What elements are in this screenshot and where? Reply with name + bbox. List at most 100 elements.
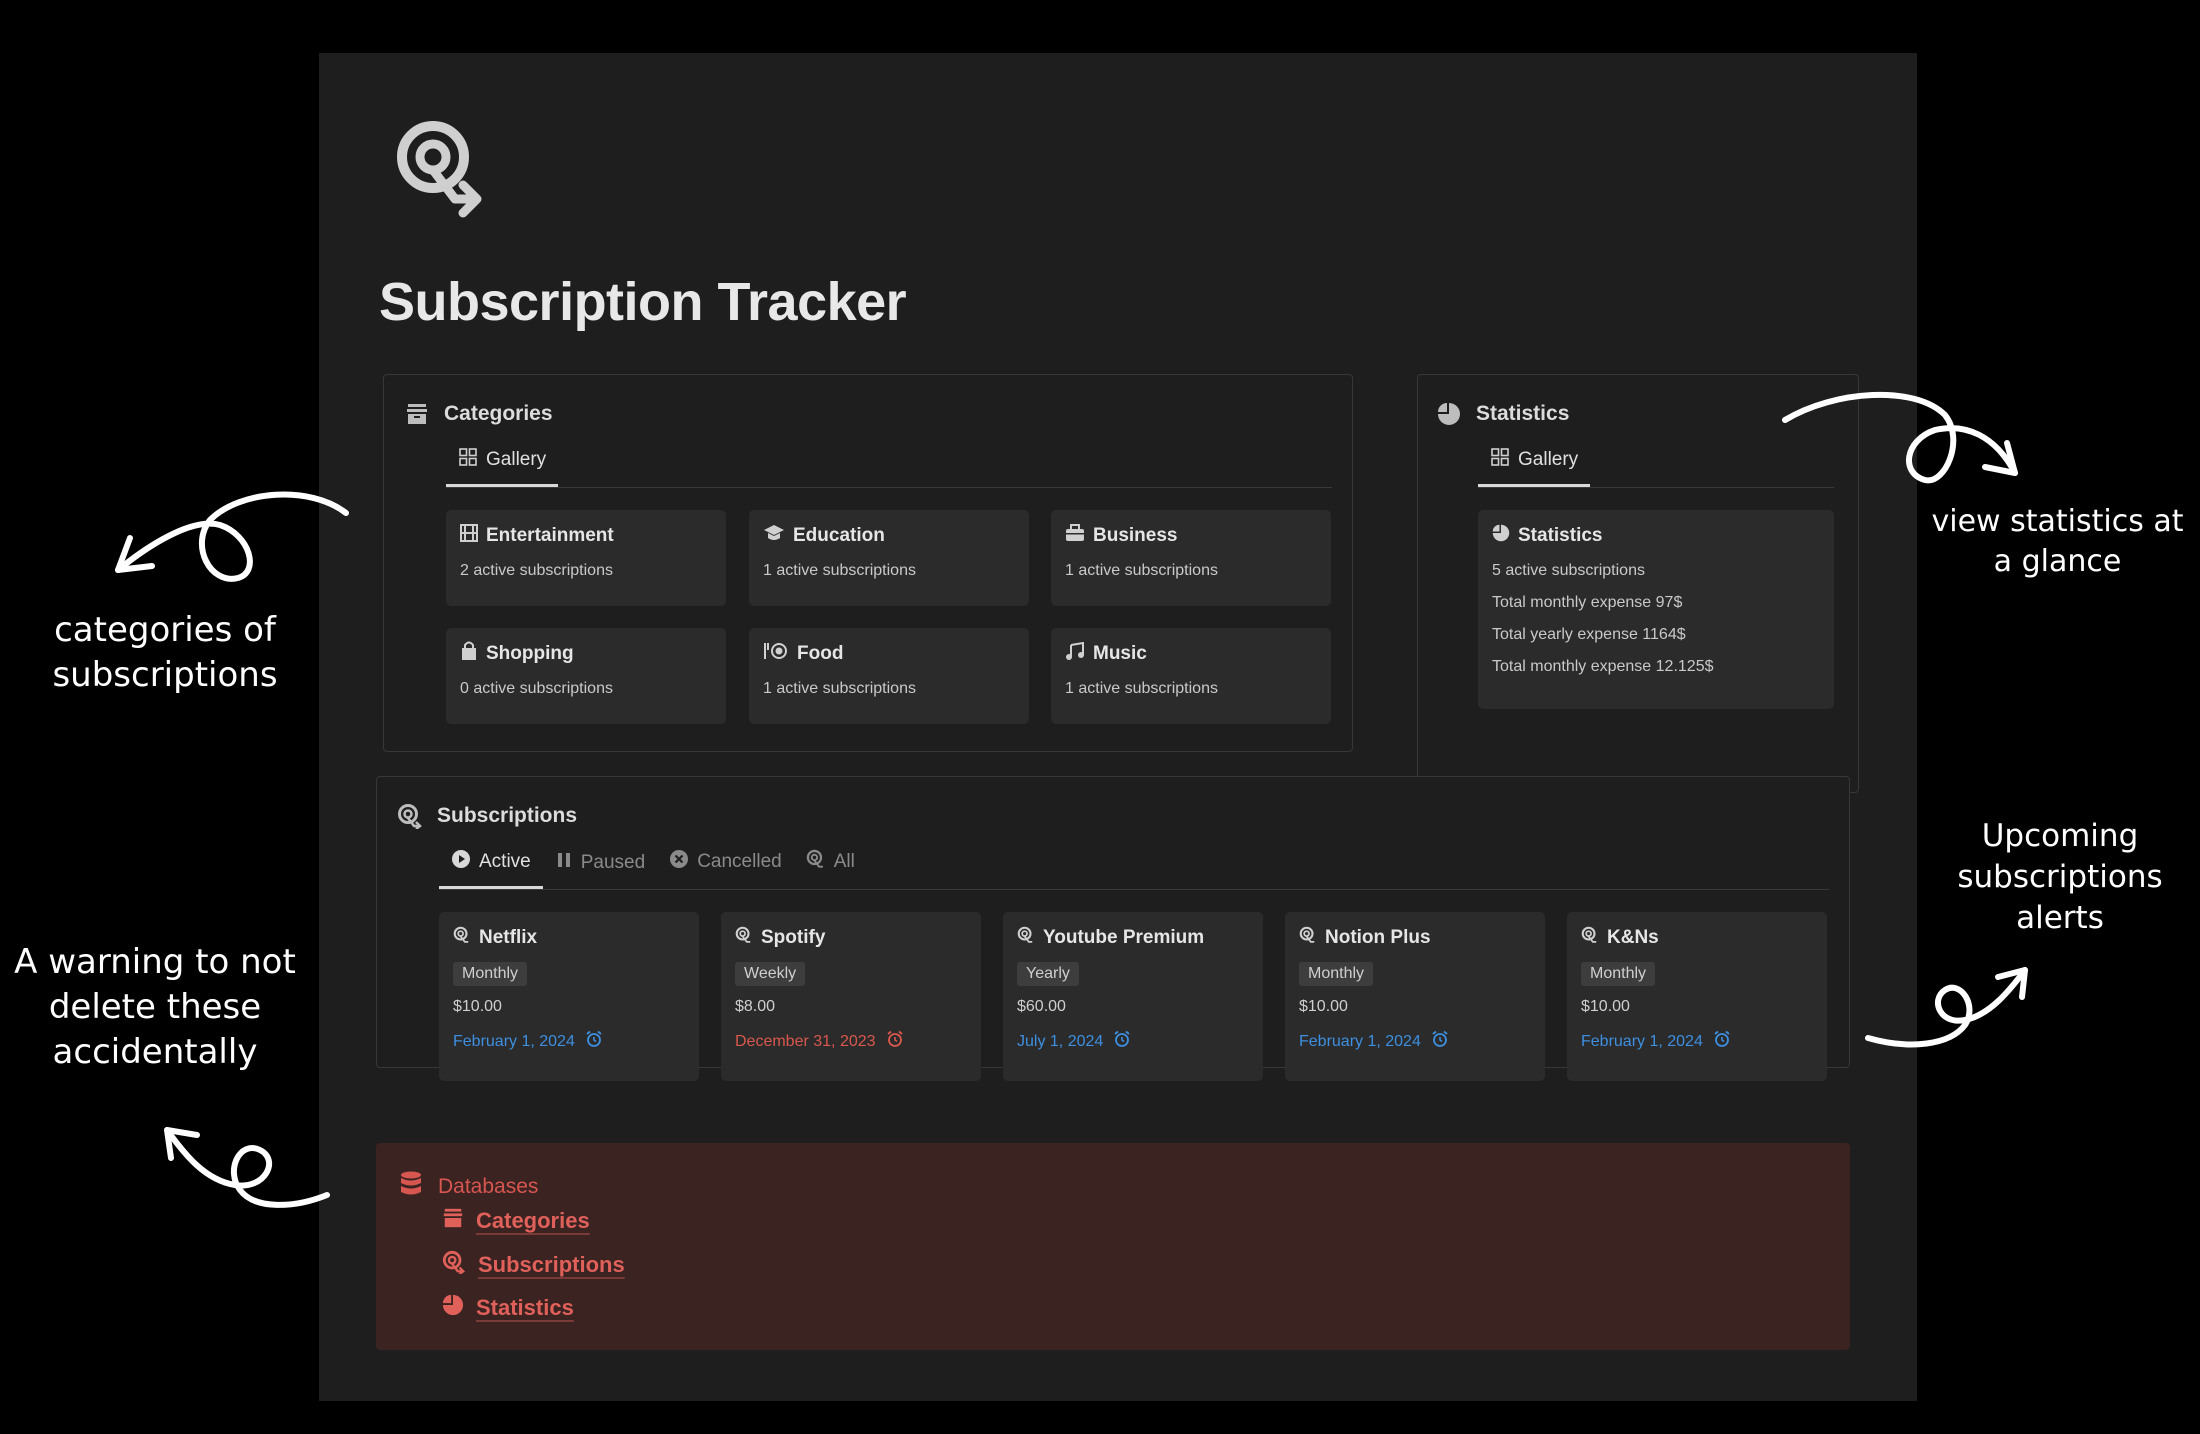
due-date-text: February 1, 2024 [453, 1032, 575, 1050]
subscription-name: K&Ns [1607, 927, 1659, 948]
category-name: Music [1093, 643, 1147, 664]
monthly-expense-alt: Total monthly expense 12.125$ [1492, 658, 1714, 675]
subscription-name: Netflix [479, 927, 538, 948]
database-link-statistics[interactable]: Statistics [442, 1294, 574, 1321]
tab-paused-label: Paused [580, 852, 646, 873]
category-name: Business [1093, 525, 1178, 546]
subscription-name: Notion Plus [1325, 927, 1431, 948]
database-link-label: Statistics [476, 1294, 574, 1320]
category-name: Shopping [486, 643, 574, 664]
pie-chart-icon [1492, 524, 1510, 548]
categories-header[interactable]: Categories [404, 401, 553, 427]
tab-active[interactable]: Active [439, 849, 543, 889]
annotation-categories: categories of subscriptions [52, 610, 278, 695]
category-card-music[interactable]: Music 1 active subscriptions [1051, 628, 1331, 724]
due-date-text: February 1, 2024 [1299, 1032, 1421, 1050]
shopping-bag-icon [460, 641, 478, 667]
subscriptions-header[interactable]: Subscriptions [397, 803, 577, 829]
food-icon [763, 642, 789, 666]
alarm-clock-icon [1713, 1030, 1731, 1053]
due-date[interactable]: July 1, 2024 [1017, 1030, 1249, 1053]
arrow-to-categories [115, 491, 349, 582]
subscriptions-panel: Subscriptions Active Paused Cancelled Al… [376, 776, 1850, 1081]
categories-panel: Categories Gallery Entertainment 2 activ… [383, 374, 1353, 752]
tab-cancelled-label: Cancelled [697, 851, 782, 872]
billing-cycle-badge: Monthly [1299, 962, 1374, 986]
subscription-price: $10.00 [1581, 998, 1630, 1015]
arrow-to-alerts [1865, 967, 2028, 1048]
category-name: Education [793, 525, 885, 546]
tab-gallery-label: Gallery [486, 449, 547, 470]
subscription-icon [1299, 926, 1317, 950]
active-count: 5 active subscriptions [1492, 562, 1645, 579]
category-card-shopping[interactable]: Shopping 0 active subscriptions [446, 628, 726, 724]
subscription-name: Youtube Premium [1043, 927, 1205, 948]
subscription-icon [806, 849, 826, 875]
alarm-clock-icon [1113, 1030, 1131, 1053]
subscription-card-notion-plus[interactable]: Notion Plus Monthly $10.00 February 1, 2… [1285, 912, 1545, 1081]
play-icon [451, 849, 471, 875]
subscription-card-netflix[interactable]: Netflix Monthly $10.00 February 1, 2024 [439, 912, 699, 1081]
due-date[interactable]: February 1, 2024 [453, 1030, 685, 1053]
pie-chart-icon [1436, 401, 1462, 427]
subscription-icon [442, 1250, 466, 1279]
database-icon [400, 1171, 422, 1202]
subscription-icon [1017, 926, 1035, 950]
gallery-icon [1490, 447, 1510, 473]
tab-paused[interactable]: Paused [543, 851, 657, 889]
database-link-label: Categories [476, 1207, 590, 1233]
category-count: 1 active subscriptions [763, 562, 916, 579]
subscription-card-kns[interactable]: K&Ns Monthly $10.00 February 1, 2024 [1567, 912, 1827, 1081]
tab-all[interactable]: All [794, 849, 867, 889]
databases-callout: Databases Categories Subscriptions Stati… [376, 1143, 1850, 1350]
category-count: 2 active subscriptions [460, 562, 613, 579]
briefcase-icon [1065, 524, 1085, 548]
billing-cycle-badge: Yearly [1017, 962, 1079, 986]
alarm-clock-icon [886, 1030, 904, 1053]
tab-gallery[interactable]: Gallery [1478, 447, 1591, 487]
database-link-subscriptions[interactable]: Subscriptions [442, 1250, 625, 1279]
category-card-food[interactable]: Food 1 active subscriptions [749, 628, 1029, 724]
statistics-card[interactable]: Statistics 5 active subscriptions Total … [1478, 510, 1834, 709]
category-count: 1 active subscriptions [1065, 680, 1218, 697]
categories-title: Categories [444, 402, 553, 425]
subscription-icon [397, 803, 423, 829]
category-count: 0 active subscriptions [460, 680, 613, 697]
film-icon [460, 524, 478, 548]
alarm-clock-icon [1431, 1030, 1449, 1053]
category-count: 1 active subscriptions [1065, 562, 1218, 579]
databases-title: Databases [438, 1174, 539, 1198]
tab-cancelled[interactable]: Cancelled [657, 849, 794, 889]
subscription-price: $60.00 [1017, 998, 1066, 1015]
category-card-business[interactable]: Business 1 active subscriptions [1051, 510, 1331, 606]
tab-gallery-label: Gallery [1518, 449, 1579, 470]
gallery-icon [458, 447, 478, 473]
due-date-text: February 1, 2024 [1581, 1032, 1703, 1050]
due-date[interactable]: February 1, 2024 [1581, 1030, 1813, 1053]
billing-cycle-badge: Weekly [735, 962, 806, 986]
page-title: Subscription Tracker [379, 272, 907, 332]
music-icon [1065, 641, 1085, 666]
subscription-icon [453, 926, 471, 950]
subscription-tracker-icon[interactable] [393, 117, 489, 221]
categories-view-tabs: Gallery [446, 447, 1332, 488]
arrow-from-warning [164, 1127, 330, 1208]
due-date[interactable]: February 1, 2024 [1299, 1030, 1531, 1053]
databases-header: Databases [400, 1171, 538, 1202]
pie-chart-icon [442, 1294, 464, 1321]
category-card-education[interactable]: Education 1 active subscriptions [749, 510, 1029, 606]
subscription-card-youtube-premium[interactable]: Youtube Premium Yearly $60.00 July 1, 20… [1003, 912, 1263, 1081]
due-date[interactable]: December 31, 2023 [735, 1030, 967, 1053]
database-link-categories[interactable]: Categories [442, 1207, 590, 1234]
annotation-statistics: view statistics at a glance [1931, 504, 2184, 579]
statistics-header[interactable]: Statistics [1436, 401, 1569, 427]
monthly-expense: Total monthly expense 97$ [1492, 594, 1683, 611]
category-card-entertainment[interactable]: Entertainment 2 active subscriptions [446, 510, 726, 606]
due-date-text: July 1, 2024 [1017, 1032, 1104, 1050]
tab-gallery[interactable]: Gallery [446, 447, 559, 487]
due-date-text: December 31, 2023 [735, 1032, 876, 1050]
archive-icon [404, 401, 430, 427]
pause-icon [555, 851, 573, 875]
subscription-price: $8.00 [735, 998, 776, 1015]
subscription-card-spotify[interactable]: Spotify Weekly $8.00 December 31, 2023 [721, 912, 981, 1081]
